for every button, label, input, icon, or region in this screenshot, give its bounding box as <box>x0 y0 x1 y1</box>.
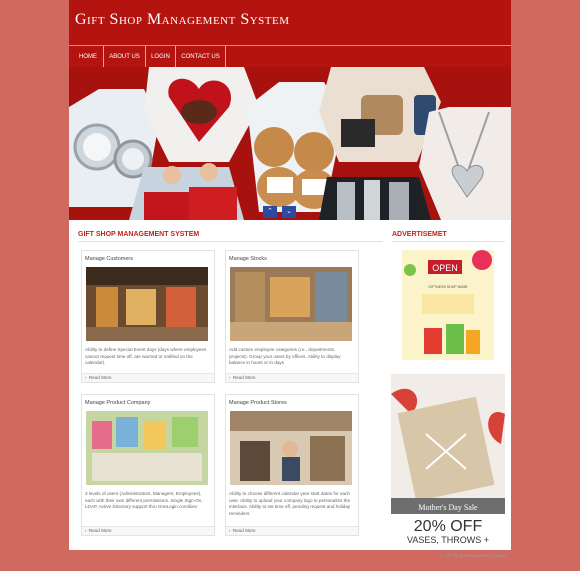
card-title: Manage Product Company <box>85 400 151 406</box>
read-more-link[interactable]: › Read More <box>226 373 358 382</box>
gift-cards-image <box>86 411 208 485</box>
page-wrapper: Gift Shop Management System HOME ABOUT U… <box>69 0 511 571</box>
card-description: Ability to choose different calendar yea… <box>229 491 351 516</box>
open-sign-text: OPEN <box>432 263 458 273</box>
sidebar-title: ADVERTISEMET <box>392 231 447 238</box>
copyright-text: © Gift Shop Management System <box>439 553 507 558</box>
card-title: Manage Product Stores <box>229 400 287 406</box>
main-nav: HOME ABOUT US LOGIN CONTACT US <box>69 45 511 68</box>
read-more-link[interactable]: › Read More <box>226 526 358 535</box>
nav-home[interactable]: HOME <box>73 46 104 68</box>
advertisement-mothers-day-image[interactable]: Mother's Day Sale 20% OFF VASES, THROWS … <box>391 374 505 548</box>
main-content: GIFT SHOP MANAGEMENT SYSTEM Manage Custo… <box>69 220 511 550</box>
ad-headline: Mother's Day Sale <box>418 503 478 512</box>
divider <box>78 241 383 242</box>
chevron-right-icon: › <box>229 528 231 533</box>
card-manage-stocks: Manage Stocks Add custom employee catego… <box>225 250 359 383</box>
site-footer: © Gift Shop Management System <box>69 550 511 571</box>
read-more-link[interactable]: › Read More <box>82 373 214 382</box>
necklace-image <box>419 107 511 220</box>
card-manage-product-company: Manage Product Company 3 levels of users… <box>81 394 215 536</box>
chevron-right-icon: › <box>229 375 231 380</box>
chevron-down-icon: ⌄ <box>286 208 292 215</box>
chevron-right-icon: › <box>85 528 87 533</box>
read-more-link[interactable]: › Read More <box>82 526 214 535</box>
store-counter-image <box>230 411 352 485</box>
chevron-left-icon: ⌃ <box>267 208 273 215</box>
banner-collage <box>69 67 511 220</box>
card-manage-product-stores: Manage Product Stores Ability to choose … <box>225 394 359 536</box>
ad-discount: 20% OFF <box>414 518 483 535</box>
store-shelves-image <box>230 267 352 341</box>
card-title: Manage Stocks <box>229 256 267 262</box>
slider-next-button[interactable]: ⌄ <box>282 206 296 218</box>
card-manage-customers: Manage Customers Ability to define Speci… <box>81 250 215 383</box>
banner-slider <box>69 67 511 220</box>
nav-about-us[interactable]: ABOUT US <box>104 46 146 68</box>
card-description: Add custom employee categories (i.e., de… <box>229 347 341 366</box>
main-section-title: GIFT SHOP MANAGEMENT SYSTEM <box>78 231 200 238</box>
advertisement-shop-open-image[interactable]: OPEN GIFTNESS SHOP NAME <box>402 250 494 360</box>
card-description: Ability to define Special Event days (da… <box>85 347 207 366</box>
site-header: Gift Shop Management System <box>69 0 511 45</box>
shop-name-text: GIFTNESS SHOP NAME <box>428 285 468 289</box>
card-title: Manage Customers <box>85 256 133 262</box>
site-title: Gift Shop Management System <box>75 11 290 28</box>
nav-login[interactable]: LOGIN <box>146 46 176 68</box>
ad-subline: VASES, THROWS + <box>407 535 489 545</box>
slider-prev-button[interactable]: ⌃ <box>263 206 277 218</box>
store-interior-image <box>86 267 208 341</box>
divider <box>392 241 505 242</box>
nav-contact-us[interactable]: CONTACT US <box>176 46 226 68</box>
chevron-right-icon: › <box>85 375 87 380</box>
card-description: 3 levels of users (Administrators, Manag… <box>85 491 203 510</box>
